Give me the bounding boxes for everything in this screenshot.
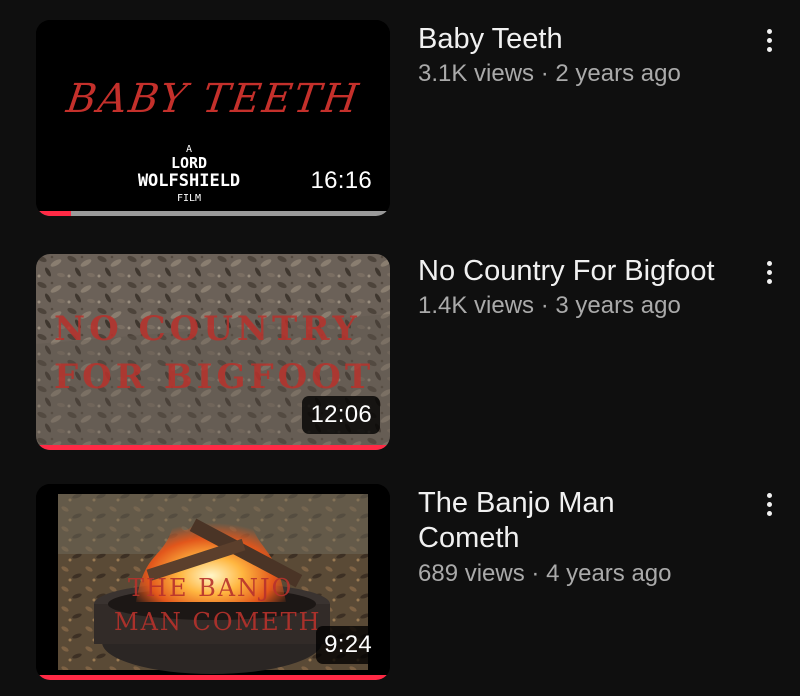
video-duration: 16:16 bbox=[302, 162, 380, 200]
view-count: 689 views bbox=[418, 560, 525, 587]
more-vert-icon[interactable] bbox=[752, 252, 786, 292]
more-vert-icon[interactable] bbox=[752, 484, 786, 524]
view-count: 1.4K views bbox=[418, 292, 535, 319]
upload-age: 4 years ago bbox=[546, 560, 672, 587]
view-count: 3.1K views bbox=[418, 60, 535, 87]
thumbnail-title-text: NO COUNTRY bbox=[54, 309, 361, 349]
video-item[interactable]: THE BANJO MAN COMETH 9:24 The Banjo Man … bbox=[0, 464, 800, 696]
watch-progress-fill bbox=[36, 445, 390, 450]
thumbnail-credit-text: FILM bbox=[177, 193, 201, 204]
upload-age: 2 years ago bbox=[555, 60, 681, 87]
meta-separator: · bbox=[531, 560, 540, 587]
video-thumbnail[interactable]: BABY TEETH A LORD WOLFSHIELD FILM 16:16 bbox=[36, 20, 390, 216]
video-meta: 3.1K views · 2 years ago bbox=[418, 60, 681, 88]
video-item[interactable]: BABY TEETH A LORD WOLFSHIELD FILM 16:16 … bbox=[0, 0, 800, 230]
video-meta: 689 views · 4 years ago bbox=[418, 560, 672, 588]
thumbnail-title-text: MAN COMETH bbox=[114, 608, 322, 636]
thumbnail-credit-text: LORD bbox=[171, 154, 207, 172]
video-duration: 12:06 bbox=[302, 396, 380, 434]
watch-progress-fill bbox=[36, 211, 72, 216]
video-thumbnail[interactable]: NO COUNTRY FOR BIGFOOT 12:06 bbox=[36, 254, 390, 450]
watch-progress-bar bbox=[36, 445, 390, 450]
more-vert-icon[interactable] bbox=[752, 20, 786, 60]
video-meta: 1.4K views · 3 years ago bbox=[418, 292, 681, 320]
video-duration: 9:24 bbox=[316, 626, 380, 664]
watch-progress-bar bbox=[36, 211, 390, 216]
video-thumbnail[interactable]: THE BANJO MAN COMETH 9:24 bbox=[36, 484, 390, 680]
thumbnail-credit-text: WOLFSHIELD bbox=[138, 171, 240, 191]
meta-separator: · bbox=[540, 292, 549, 319]
watch-progress-fill bbox=[36, 675, 390, 680]
thumbnail-title-text: THE BANJO bbox=[128, 574, 293, 602]
video-item[interactable]: NO COUNTRY FOR BIGFOOT 12:06 No Country … bbox=[0, 232, 800, 462]
meta-separator: · bbox=[540, 60, 549, 87]
watch-progress-bar bbox=[36, 675, 390, 680]
video-title[interactable]: Baby Teeth bbox=[418, 22, 730, 57]
video-title[interactable]: The Banjo Man Cometh bbox=[418, 486, 688, 556]
thumbnail-title-text: BABY TEETH bbox=[63, 76, 363, 122]
upload-age: 3 years ago bbox=[555, 292, 681, 319]
video-title[interactable]: No Country For Bigfoot bbox=[418, 254, 730, 289]
thumbnail-title-text: FOR BIGFOOT bbox=[54, 357, 374, 397]
